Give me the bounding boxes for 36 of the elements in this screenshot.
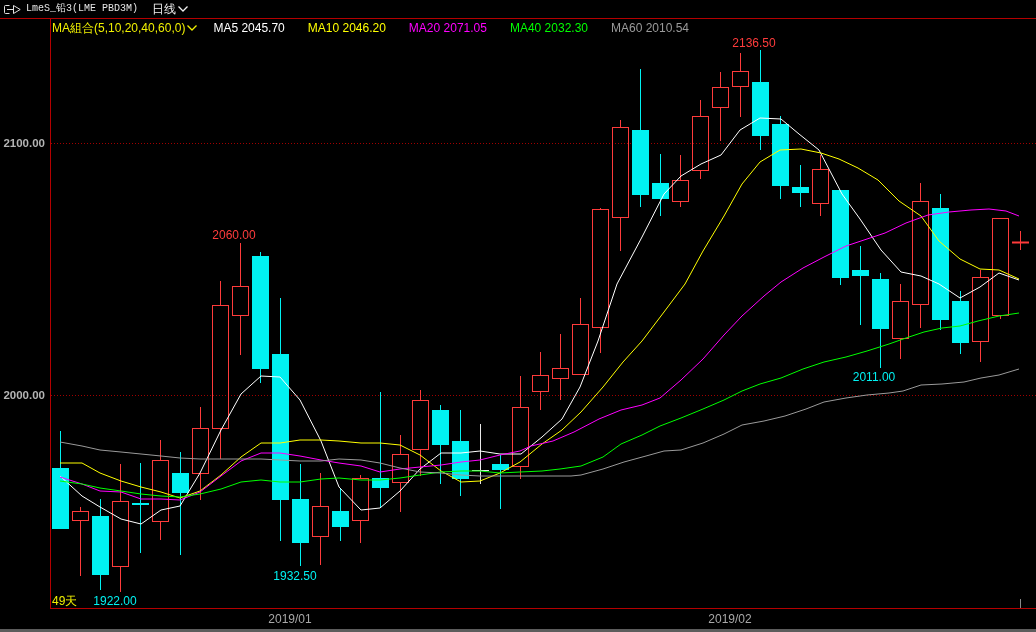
candle [532,351,549,411]
tick-mark [1020,598,1021,608]
candle [812,154,829,217]
symbol-title: LmeS_铅3(LME PBD3M) [26,3,139,15]
candle [72,506,89,577]
axis-label: 2000.00 [3,388,45,402]
price-label: 2011.00 [852,369,896,384]
ma-legend-label: MA40 2032.30 [509,20,588,35]
axis-label: 2019/02 [708,613,752,626]
ma-legend-label: MA5 2045.70 [213,20,285,35]
ma-legend-label: MA10 2046.20 [307,20,386,35]
candle [712,71,729,142]
candle [352,474,369,544]
price-label: 2060.00 [212,227,256,242]
candle [332,487,349,542]
candle [732,52,749,118]
candle [672,154,689,208]
ma-legend-label: MA60 2010.54 [611,20,690,35]
indicator-dropdown[interactable]: MA組合(5,10,20,40,60,0) [52,20,198,35]
candle [552,333,569,401]
caret-icon [187,24,198,31]
day-count-label: 49天 [52,593,78,608]
price-label: 2136.50 [732,36,776,50]
candle [652,153,669,217]
candle [952,290,969,355]
outline-arrow-icon[interactable] [4,4,21,14]
price-label: 1932.50 [273,568,317,583]
ma-legend-label: MA20 2071.05 [408,20,487,35]
candle [492,454,509,510]
axis-label: 2100.00 [3,136,45,150]
axis-label: 2019/01 [268,613,312,626]
period-dropdown[interactable]: 日线 [152,2,189,16]
candle [1011,230,1030,251]
caret-icon [178,6,189,12]
candle [792,164,809,208]
price-label: 1922.00 [93,593,137,608]
